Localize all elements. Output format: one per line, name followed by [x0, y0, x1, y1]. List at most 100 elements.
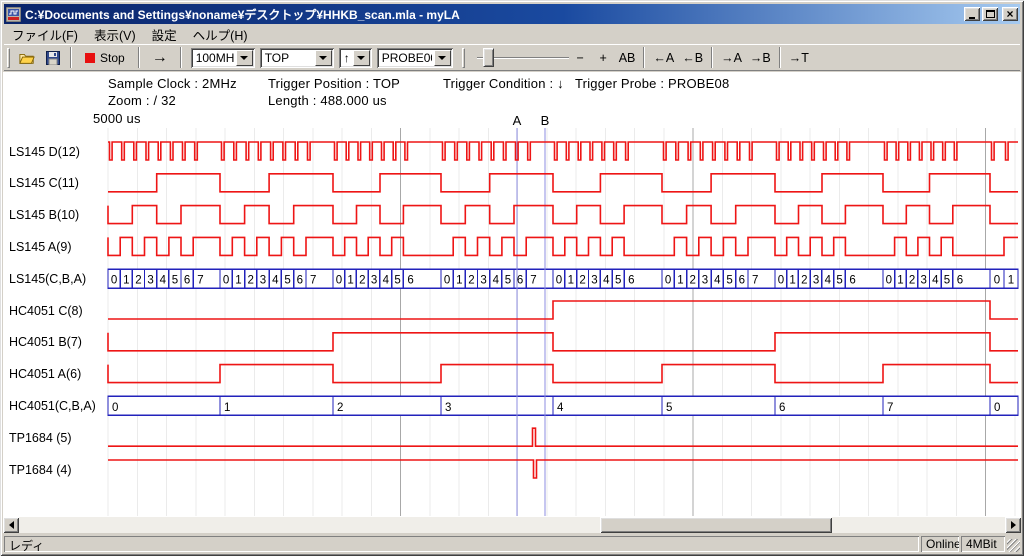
waveform-trace: [108, 142, 1018, 160]
bus-value-text: 6: [297, 275, 303, 287]
waveform-trace: [108, 428, 1018, 446]
bus-value-box: [220, 396, 333, 415]
bus-value-text: 6: [628, 275, 634, 287]
open-button[interactable]: [14, 47, 40, 69]
horizontal-scrollbar[interactable]: [3, 517, 1021, 533]
toolbar-grip[interactable]: [462, 48, 465, 68]
trigger-edge-combo[interactable]: ↑: [339, 48, 372, 68]
goto-cursor-a-left-button[interactable]: ←A: [649, 47, 678, 69]
bus-value-text: 0: [994, 402, 1000, 414]
bus-value-text: 6: [957, 275, 963, 287]
bus-value-text: 7: [752, 275, 758, 287]
scroll-left-button[interactable]: [3, 517, 19, 533]
chevron-down-icon[interactable]: [315, 50, 332, 66]
open-folder-icon: [19, 51, 35, 65]
toolbar-separator: [711, 47, 713, 68]
sample-clock-combo[interactable]: 100MHz: [191, 48, 255, 68]
menu-view[interactable]: 表示(V): [86, 25, 144, 44]
bus-value-text: 4: [493, 275, 500, 287]
toolbar-separator: [70, 47, 72, 68]
bus-value-text: 0: [556, 275, 562, 287]
status-message: レディ: [4, 536, 919, 552]
bus-value-box: [775, 396, 883, 415]
bus-value-text: 3: [371, 275, 377, 287]
bus-value-text: 4: [160, 275, 167, 287]
bus-value-text: 0: [778, 275, 784, 287]
bus-value-text: 2: [247, 275, 253, 287]
save-button[interactable]: [40, 47, 66, 69]
bus-value-text: 0: [112, 402, 118, 414]
close-button[interactable]: ×: [1002, 7, 1018, 21]
bus-value-text: 7: [310, 275, 316, 287]
waveform-trace: [108, 206, 1018, 224]
resize-grip[interactable]: [1007, 539, 1020, 552]
arrow-down-glyph: [357, 56, 365, 64]
ab-cursor-button[interactable]: AB: [615, 47, 640, 69]
run-button[interactable]: →: [144, 47, 176, 69]
scroll-right-button[interactable]: [1005, 517, 1021, 533]
chevron-down-icon[interactable]: [434, 50, 451, 66]
bus-value-text: 6: [517, 275, 523, 287]
stop-button[interactable]: Stop: [76, 47, 134, 69]
waveform-trace: [108, 365, 1018, 383]
zoom-slider[interactable]: [477, 47, 569, 69]
bus-value-text: 2: [579, 275, 585, 287]
minimize-button[interactable]: [964, 7, 980, 21]
bus-value-text: 0: [444, 275, 450, 287]
toolbar-grip[interactable]: [7, 48, 10, 68]
menu-file[interactable]: ファイル(F): [4, 25, 86, 44]
bus-value-text: 7: [530, 275, 536, 287]
window-controls: ×: [962, 7, 1018, 21]
bus-value-text: 1: [123, 275, 129, 287]
chevron-down-icon[interactable]: [236, 50, 253, 66]
sample-clock-value: 100MHz: [191, 51, 234, 65]
bus-value-text: 0: [994, 275, 1000, 287]
bus-value-text: 5: [726, 275, 732, 287]
goto-cursor-b-left-button[interactable]: ←B: [678, 47, 707, 69]
close-icon: ×: [1006, 8, 1013, 20]
scrollbar-thumb[interactable]: [600, 517, 832, 533]
app-icon: [6, 7, 21, 22]
chevron-down-icon[interactable]: [353, 50, 370, 66]
bus-value-text: 4: [603, 275, 610, 287]
goto-cursor-b-right-button[interactable]: →B: [746, 47, 775, 69]
status-memory-badge: 4MBit: [961, 536, 1005, 552]
bus-value-text: 5: [944, 275, 950, 287]
bus-value-text: 1: [568, 275, 574, 287]
bus-value-text: 1: [224, 402, 230, 414]
toolbar-separator: [138, 47, 140, 68]
zoom-in-button[interactable]: +: [592, 47, 615, 69]
bus-value-text: 5: [172, 275, 178, 287]
bus-value-box: [441, 396, 553, 415]
bus-value-box: [553, 396, 662, 415]
bus-value-text: 4: [383, 275, 390, 287]
bus-value-text: 5: [836, 275, 842, 287]
bus-value-text: 3: [260, 275, 266, 287]
bus-value-text: 3: [920, 275, 926, 287]
bus-value-text: 7: [887, 402, 893, 414]
toolbar-separator: [180, 47, 182, 68]
bus-value-text: 6: [739, 275, 745, 287]
trigger-position-combo[interactable]: TOP: [260, 48, 334, 68]
trigger-probe-combo[interactable]: PROBE00: [377, 48, 453, 68]
zoom-out-button[interactable]: −: [569, 47, 592, 69]
bus-value-text: 2: [689, 275, 695, 287]
bus-value-text: 1: [677, 275, 683, 287]
bus-value-text: 4: [557, 402, 564, 414]
titlebar[interactable]: C:¥Documents and Settings¥noname¥デスクトップ¥…: [4, 4, 1020, 24]
bus-value-text: 1: [235, 275, 241, 287]
trigger-position-value: TOP: [260, 51, 313, 65]
menu-help[interactable]: ヘルプ(H): [185, 25, 256, 44]
goto-trigger-button[interactable]: →T: [785, 47, 813, 69]
maximize-button[interactable]: [982, 7, 998, 21]
run-arrow-icon: →: [152, 49, 168, 67]
bus-value-text: 1: [1008, 275, 1014, 287]
zoom-slider-thumb[interactable]: [483, 48, 494, 67]
waveform-client: Sample Clock : 2MHz Zoom : / 32 Trigger …: [3, 72, 1021, 517]
bus-value-text: 5: [394, 275, 400, 287]
menu-settings[interactable]: 設定: [144, 25, 185, 44]
minimize-icon: [969, 17, 975, 19]
goto-cursor-a-right-button[interactable]: →A: [717, 47, 746, 69]
bus-value-box: [108, 396, 220, 415]
bus-value-text: 3: [813, 275, 819, 287]
